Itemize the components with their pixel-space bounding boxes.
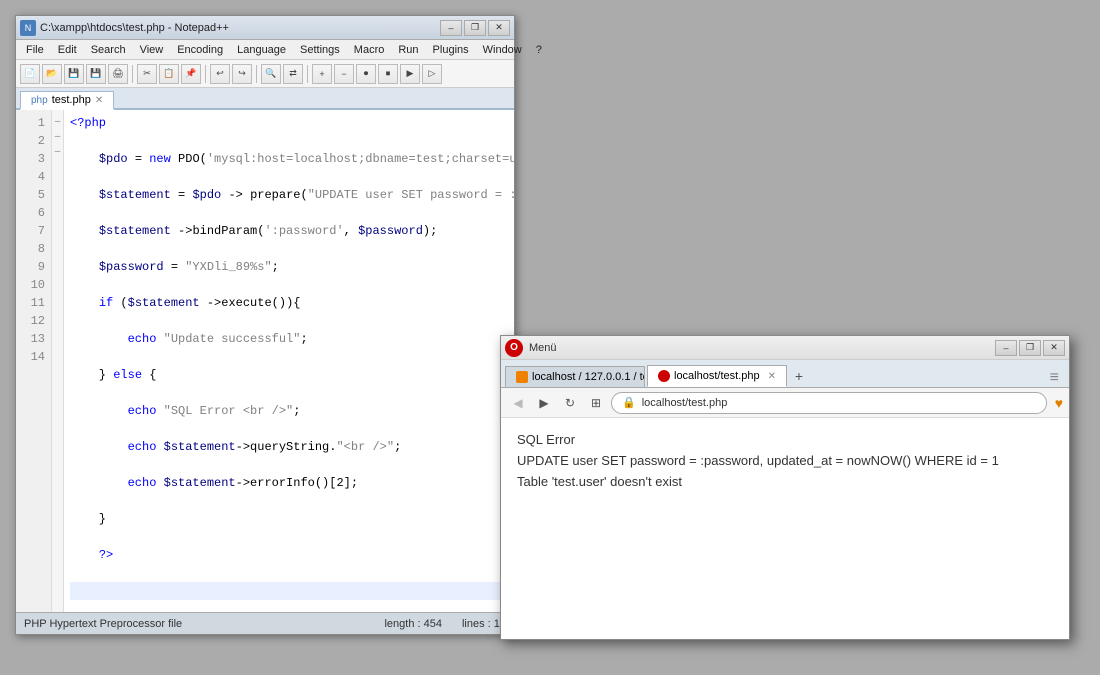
browser-tab-bar: localhost / 127.0.0.1 / test ✕ localhost… <box>501 360 1069 388</box>
menu-view[interactable]: View <box>134 42 170 58</box>
npp-statusbar: PHP Hypertext Preprocessor file length :… <box>16 612 514 634</box>
browser-tab-testphp-label: localhost/test.php <box>674 370 760 382</box>
toolbar-saveall[interactable]: 💾 <box>86 64 106 84</box>
browser-error-line3: Table 'test.user' doesn't exist <box>517 472 1053 493</box>
browser-window: O Menü – ❐ ✕ localhost / 127.0.0.1 / tes… <box>500 335 1070 640</box>
browser-window-buttons: – ❐ ✕ <box>995 340 1065 356</box>
browser-new-tab-button[interactable]: + <box>789 366 809 386</box>
line-numbers: 1 2 3 4 5 6 7 8 9 10 11 12 13 14 <box>16 110 52 612</box>
npp-length: length : 454 <box>384 618 442 630</box>
npp-minimize-button[interactable]: – <box>440 20 462 36</box>
toolbar-open[interactable]: 📂 <box>42 64 62 84</box>
menu-window[interactable]: Window <box>477 42 528 58</box>
toolbar-zoomin[interactable]: + <box>312 64 332 84</box>
npp-titlebar: N C:\xampp\htdocs\test.php - Notepad++ –… <box>16 16 514 40</box>
toolbar-macro-rec[interactable]: ⏺ <box>356 64 376 84</box>
toolbar-sep4 <box>307 65 308 83</box>
toolbar-findreplace[interactable]: ⇄ <box>283 64 303 84</box>
toolbar-copy[interactable]: 📋 <box>159 64 179 84</box>
menu-file[interactable]: File <box>20 42 50 58</box>
toolbar-macro-play[interactable]: ▶ <box>400 64 420 84</box>
toolbar-macro-stop[interactable]: ⏹ <box>378 64 398 84</box>
npp-titlebar-left: N C:\xampp\htdocs\test.php - Notepad++ <box>20 20 229 36</box>
browser-titlebar: O Menü – ❐ ✕ <box>501 336 1069 360</box>
notepadpp-window: N C:\xampp\htdocs\test.php - Notepad++ –… <box>15 15 515 635</box>
browser-error-line1: SQL Error <box>517 430 1053 451</box>
browser-tab-xampp-label: localhost / 127.0.0.1 / test <box>532 371 645 383</box>
browser-address-bar[interactable]: 🔒 localhost/test.php <box>611 392 1047 414</box>
npp-editor-area[interactable]: 1 2 3 4 5 6 7 8 9 10 11 12 13 14 – – <box>16 110 514 612</box>
browser-tab-xampp[interactable]: localhost / 127.0.0.1 / test ✕ <box>505 366 645 387</box>
menu-help[interactable]: ? <box>530 42 548 58</box>
browser-close-button[interactable]: ✕ <box>1043 340 1065 356</box>
address-lock-icon: 🔒 <box>622 396 636 409</box>
xampp-favicon <box>516 371 528 383</box>
browser-menu-label[interactable]: Menü <box>529 342 557 354</box>
browser-error-line2: UPDATE user SET password = :password, up… <box>517 451 1053 472</box>
toolbar-paste[interactable]: 📌 <box>181 64 201 84</box>
toolbar-sep1 <box>132 65 133 83</box>
toolbar-zoomout[interactable]: − <box>334 64 354 84</box>
browser-back-button[interactable]: ◀ <box>507 392 529 414</box>
npp-close-button[interactable]: ✕ <box>488 20 510 36</box>
menu-run[interactable]: Run <box>392 42 424 58</box>
menu-language[interactable]: Language <box>231 42 292 58</box>
menu-search[interactable]: Search <box>85 42 132 58</box>
npp-app-icon: N <box>20 20 36 36</box>
menu-macro[interactable]: Macro <box>348 42 391 58</box>
browser-address-text: localhost/test.php <box>642 397 728 409</box>
browser-minimize-button[interactable]: – <box>995 340 1017 356</box>
browser-reload-button[interactable]: ↻ <box>559 392 581 414</box>
opera-icon: O <box>505 339 523 357</box>
browser-restore-button[interactable]: ❐ <box>1019 340 1041 356</box>
browser-forward-button[interactable]: ▶ <box>533 392 555 414</box>
browser-tab-testphp[interactable]: localhost/test.php ✕ <box>647 365 787 387</box>
browser-titlebar-left: O Menü <box>505 339 557 357</box>
browser-grid-button[interactable]: ⊞ <box>585 392 607 414</box>
fold-column: – – – <box>52 110 64 612</box>
npp-tab-label: test.php <box>52 94 91 106</box>
npp-window-buttons: – ❐ ✕ <box>440 20 510 36</box>
npp-tab-testphp[interactable]: php test.php ✕ <box>20 91 114 110</box>
toolbar-sep2 <box>205 65 206 83</box>
browser-bookmark-button[interactable]: ♥ <box>1055 395 1063 411</box>
npp-tab-bar: php test.php ✕ <box>16 88 514 110</box>
npp-restore-button[interactable]: ❐ <box>464 20 486 36</box>
toolbar-undo[interactable]: ↩ <box>210 64 230 84</box>
menu-plugins[interactable]: Plugins <box>427 42 475 58</box>
menu-edit[interactable]: Edit <box>52 42 83 58</box>
menu-settings[interactable]: Settings <box>294 42 346 58</box>
npp-title-text: C:\xampp\htdocs\test.php - Notepad++ <box>40 22 229 34</box>
code-editor[interactable]: <?php $pdo = new PDO('mysql:host=localho… <box>64 110 514 612</box>
menu-encoding[interactable]: Encoding <box>171 42 229 58</box>
npp-menubar: File Edit Search View Encoding Language … <box>16 40 514 60</box>
toolbar-redo[interactable]: ↪ <box>232 64 252 84</box>
toolbar-run[interactable]: ▷ <box>422 64 442 84</box>
browser-scroll-tabs-button[interactable]: ≡ <box>1044 369 1065 387</box>
browser-content: SQL Error UPDATE user SET password = :pa… <box>501 418 1069 639</box>
browser-navbar: ◀ ▶ ↻ ⊞ 🔒 localhost/test.php ♥ <box>501 388 1069 418</box>
toolbar-sep3 <box>256 65 257 83</box>
localhost-favicon <box>658 370 670 382</box>
toolbar-save[interactable]: 💾 <box>64 64 84 84</box>
browser-tab-testphp-close[interactable]: ✕ <box>768 371 776 382</box>
toolbar-print[interactable]: 🖨 <box>108 64 128 84</box>
toolbar-find[interactable]: 🔍 <box>261 64 281 84</box>
npp-toolbar: 📄 📂 💾 💾 🖨 ✂ 📋 📌 ↩ ↪ 🔍 ⇄ + − ⏺ ⏹ ▶ ▷ <box>16 60 514 88</box>
npp-tab-close[interactable]: ✕ <box>95 95 103 106</box>
toolbar-cut[interactable]: ✂ <box>137 64 157 84</box>
npp-filetype: PHP Hypertext Preprocessor file <box>24 618 182 630</box>
toolbar-new[interactable]: 📄 <box>20 64 40 84</box>
